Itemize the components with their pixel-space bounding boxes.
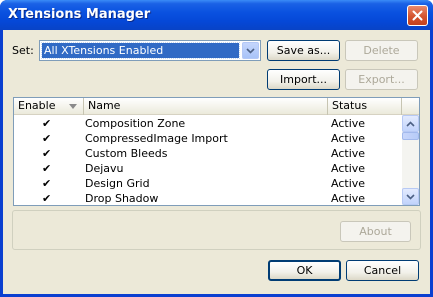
scroll-up-button[interactable] bbox=[402, 115, 419, 132]
xtension-status: Active bbox=[331, 132, 366, 145]
scroll-down-button[interactable] bbox=[402, 188, 419, 205]
window-title: XTensions Manager bbox=[8, 7, 151, 22]
enabled-checkmark[interactable]: ✔ bbox=[42, 146, 52, 161]
chevron-down-icon bbox=[246, 47, 255, 54]
xtension-name: Drop Shadow bbox=[85, 192, 159, 205]
column-label-name: Name bbox=[88, 99, 121, 112]
dialog-body: Set: All XTensions Enabled Save as... De… bbox=[3, 30, 430, 294]
column-header-status[interactable]: Status bbox=[328, 98, 402, 115]
import-button[interactable]: Import... bbox=[267, 69, 340, 90]
set-selected-value: All XTensions Enabled bbox=[41, 42, 240, 59]
column-label-enable: Enable bbox=[18, 99, 56, 112]
list-row[interactable]: ✔ Composition Zone Active bbox=[14, 116, 402, 131]
xtension-status: Active bbox=[331, 177, 366, 190]
close-button[interactable] bbox=[407, 5, 428, 26]
chevron-down-icon bbox=[406, 193, 415, 200]
xtensions-manager-window: XTensions Manager Set: All XTensions Ena… bbox=[0, 0, 433, 297]
set-label: Set: bbox=[12, 44, 34, 57]
chevron-up-icon bbox=[406, 120, 415, 127]
xtension-status: Active bbox=[331, 147, 366, 160]
list-row[interactable]: ✔ CompressedImage Import Active bbox=[14, 131, 402, 146]
set-dropdown[interactable]: All XTensions Enabled bbox=[39, 40, 261, 61]
set-dropdown-button[interactable] bbox=[242, 42, 259, 59]
sort-down-icon bbox=[69, 104, 77, 109]
delete-button[interactable]: Delete bbox=[345, 40, 418, 61]
xtension-status: Active bbox=[331, 117, 366, 130]
title-bar[interactable]: XTensions Manager bbox=[0, 0, 433, 30]
xtension-status: Active bbox=[331, 162, 366, 175]
export-button[interactable]: Export... bbox=[345, 69, 418, 90]
column-label-status: Status bbox=[332, 99, 368, 112]
xtensions-list[interactable]: Enable Name Status ✔ Composition Zone Ac… bbox=[13, 97, 420, 206]
xtension-name: Design Grid bbox=[85, 177, 150, 190]
close-icon bbox=[412, 10, 423, 21]
list-rows: ✔ Composition Zone Active ✔ CompressedIm… bbox=[14, 116, 402, 206]
scrollbar-thumb[interactable] bbox=[402, 132, 419, 140]
list-row[interactable]: ✔ Design Grid Active bbox=[14, 176, 402, 191]
sort-button[interactable] bbox=[67, 101, 79, 112]
enabled-checkmark[interactable]: ✔ bbox=[42, 176, 52, 191]
vertical-scrollbar[interactable] bbox=[402, 115, 419, 205]
enabled-checkmark[interactable]: ✔ bbox=[42, 191, 52, 206]
list-row[interactable]: ✔ Drop Shadow Active bbox=[14, 191, 402, 206]
xtension-name: Custom Bleeds bbox=[85, 147, 168, 160]
list-row[interactable]: ✔ Custom Bleeds Active bbox=[14, 146, 402, 161]
xtension-name: Dejavu bbox=[85, 162, 124, 175]
list-row[interactable]: ✔ Dejavu Active bbox=[14, 161, 402, 176]
column-header-name[interactable]: Name bbox=[84, 98, 328, 115]
save-as-button[interactable]: Save as... bbox=[267, 40, 340, 61]
cancel-button[interactable]: Cancel bbox=[346, 260, 419, 281]
xtension-name: Composition Zone bbox=[85, 117, 186, 130]
xtension-status: Active bbox=[331, 192, 366, 205]
enabled-checkmark[interactable]: ✔ bbox=[42, 131, 52, 146]
list-header: Enable Name Status bbox=[14, 98, 419, 115]
enabled-checkmark[interactable]: ✔ bbox=[42, 161, 52, 176]
about-button[interactable]: About bbox=[340, 221, 411, 242]
xtension-name: CompressedImage Import bbox=[85, 132, 228, 145]
ok-button[interactable]: OK bbox=[268, 260, 341, 281]
enabled-checkmark[interactable]: ✔ bbox=[42, 116, 52, 131]
